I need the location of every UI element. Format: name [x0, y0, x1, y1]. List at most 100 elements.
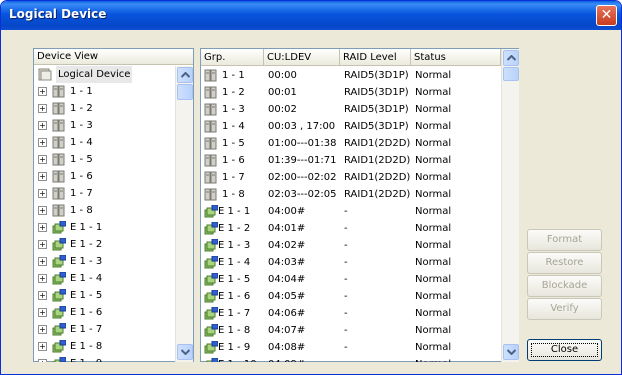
external-device-icon	[204, 239, 218, 252]
tree-node[interactable]: +1 - 2	[34, 100, 175, 117]
format-button[interactable]: Format	[527, 229, 602, 251]
grid-rows[interactable]: 1 - 1 00:00 RAID5(3D1P) Normal 1 - 2 00:01 RAI…	[201, 67, 501, 362]
tree-node[interactable]: + E 1 - 1	[34, 219, 175, 236]
scroll-thumb[interactable]	[177, 84, 193, 100]
external-device-icon	[206, 358, 218, 362]
table-row[interactable]: E 1 - 5 04:04# - Normal	[201, 271, 501, 288]
expand-icon[interactable]: +	[38, 291, 47, 300]
table-row[interactable]: E 1 - 7 04:06# - Normal	[201, 305, 501, 322]
table-row[interactable]: 1 - 2 00:01 RAID5(3D1P) Normal	[201, 84, 501, 101]
column-header-grp[interactable]: Grp.	[201, 49, 264, 66]
cell-status: Normal	[415, 356, 451, 362]
external-device-icon	[204, 341, 218, 354]
expand-icon[interactable]: +	[38, 104, 47, 113]
tree-node[interactable]: + E 1 - 3	[34, 253, 175, 270]
cell-grp: E 1 - 5	[218, 274, 251, 285]
tree-node[interactable]: + E 1 - 4	[34, 270, 175, 287]
tree-node[interactable]: +1 - 8	[34, 202, 175, 219]
device-tree[interactable]: Logical Device +1 - 1 +1 - 2 +1 - 3 +1 - 4 +…	[34, 66, 175, 362]
table-row[interactable]: E 1 - 8 04:07# - Normal	[201, 322, 501, 339]
grid-scroll-down-button[interactable]	[503, 344, 519, 360]
table-row[interactable]: 1 - 6 01:39---01:71 RAID1(2D2D) Normal	[201, 152, 501, 169]
table-row[interactable]: E 1 - 3 04:02# - Normal	[201, 237, 501, 254]
disk-group-icon	[52, 102, 65, 115]
tree-root-logical-device[interactable]: Logical Device	[34, 66, 175, 83]
expand-icon[interactable]: +	[38, 240, 47, 249]
cell-cu-ldev: 02:03---02:05	[268, 189, 337, 200]
grid-scroll-up-button[interactable]	[503, 50, 519, 66]
expand-icon[interactable]: +	[38, 308, 47, 317]
table-row[interactable]: E 1 - 2 04:01# - Normal	[201, 220, 501, 237]
table-row[interactable]: E 1 - 6 04:05# - Normal	[201, 288, 501, 305]
cell-status: Normal	[415, 325, 452, 336]
tree-node[interactable]: +1 - 4	[34, 134, 175, 151]
tree-node[interactable]: + E 1 - 2	[34, 236, 175, 253]
table-row[interactable]: 1 - 5 01:00---01:38 RAID1(2D2D) Normal	[201, 135, 501, 152]
grid-scroll-thumb[interactable]	[503, 67, 519, 81]
expand-icon[interactable]: +	[38, 223, 47, 232]
external-device-icon	[52, 221, 66, 234]
expand-icon[interactable]: +	[38, 189, 47, 198]
disk-group-icon	[52, 204, 65, 217]
scroll-up-button[interactable]	[177, 67, 193, 83]
cell-grp: 1 - 6	[222, 155, 245, 166]
cell-status: Normal	[415, 223, 452, 234]
tree-node-label: E 1 - 5	[70, 290, 103, 301]
cell-raid-level: RAID1(2D2D)	[344, 189, 411, 200]
table-row[interactable]: E 1 - 1 04:00# - Normal	[201, 203, 501, 220]
cell-cu-ldev: 04:06#	[268, 308, 306, 319]
expand-icon[interactable]: +	[38, 172, 47, 181]
table-row[interactable]: E 1 - 9 04:08# - Normal	[201, 339, 501, 356]
expand-icon[interactable]: +	[38, 87, 47, 96]
tree-node[interactable]: + E 1 - 8	[34, 338, 175, 355]
expand-icon[interactable]: +	[38, 325, 47, 334]
table-row[interactable]: 1 - 4 00:03 , 17:00 RAID5(3D1P) Normal	[201, 118, 501, 135]
expand-icon[interactable]: +	[38, 138, 47, 147]
cell-raid-level: -	[344, 291, 348, 302]
tree-node[interactable]: +1 - 1	[34, 83, 175, 100]
expand-icon[interactable]: +	[38, 206, 47, 215]
cell-cu-ldev: 04:07#	[268, 325, 306, 336]
table-row[interactable]: E 1 - 4 04:03# - Normal	[201, 254, 501, 271]
expand-icon[interactable]: +	[38, 155, 47, 164]
blockade-button[interactable]: Blockade	[527, 275, 602, 297]
table-row[interactable]: 1 - 1 00:00 RAID5(3D1P) Normal	[201, 67, 501, 84]
expand-icon[interactable]: +	[38, 257, 47, 266]
tree-node[interactable]: +1 - 3	[34, 117, 175, 134]
cell-status: Normal	[415, 257, 452, 268]
window-title: Logical Device	[9, 7, 107, 21]
title-bar[interactable]: Logical Device ✕	[1, 1, 621, 30]
table-row[interactable]: E 1 - 10 04:09# - Normal	[201, 356, 501, 362]
column-header-cu-ldev[interactable]: CU:LDEV	[264, 49, 340, 66]
tree-node[interactable]: +1 - 5	[34, 151, 175, 168]
column-header-raid-level[interactable]: RAID Level	[340, 49, 411, 66]
cell-grp: 1 - 7	[222, 172, 245, 183]
window-close-button[interactable]: ✕	[596, 5, 617, 26]
cell-raid-level: RAID5(3D1P)	[344, 87, 409, 98]
restore-button[interactable]: Restore	[527, 252, 602, 274]
tree-node[interactable]: +1 - 7	[34, 185, 175, 202]
column-header-status[interactable]: Status	[411, 49, 501, 66]
tree-node[interactable]: + E 1 - 7	[34, 321, 175, 338]
expand-icon[interactable]: +	[38, 121, 47, 130]
device-tree-scrollbar[interactable]	[175, 66, 193, 362]
cell-status: Normal	[415, 274, 452, 285]
tree-node[interactable]: + E 1 - 6	[34, 304, 175, 321]
table-row[interactable]: 1 - 7 02:00---02:02 RAID1(2D2D) Normal	[201, 169, 501, 186]
grid-scrollbar[interactable]	[501, 49, 519, 362]
tree-node[interactable]: +1 - 6	[34, 168, 175, 185]
verify-button[interactable]: Verify	[527, 298, 602, 320]
tree-node[interactable]: + E 1 - 9	[34, 355, 175, 362]
cell-cu-ldev: 04:04#	[268, 274, 306, 285]
table-row[interactable]: 1 - 8 02:03---02:05 RAID1(2D2D) Normal	[201, 186, 501, 203]
close-button[interactable]: Close	[527, 339, 602, 361]
table-row[interactable]: 1 - 3 00:02 RAID5(3D1P) Normal	[201, 101, 501, 118]
external-device-icon	[52, 357, 66, 362]
chevron-down-icon	[507, 349, 516, 355]
cell-cu-ldev: 01:39---01:71	[268, 155, 337, 166]
expand-icon[interactable]: +	[38, 342, 47, 351]
expand-icon[interactable]: +	[38, 359, 47, 362]
expand-icon[interactable]: +	[38, 274, 47, 283]
scroll-down-button[interactable]	[177, 344, 193, 360]
tree-node[interactable]: + E 1 - 5	[34, 287, 175, 304]
